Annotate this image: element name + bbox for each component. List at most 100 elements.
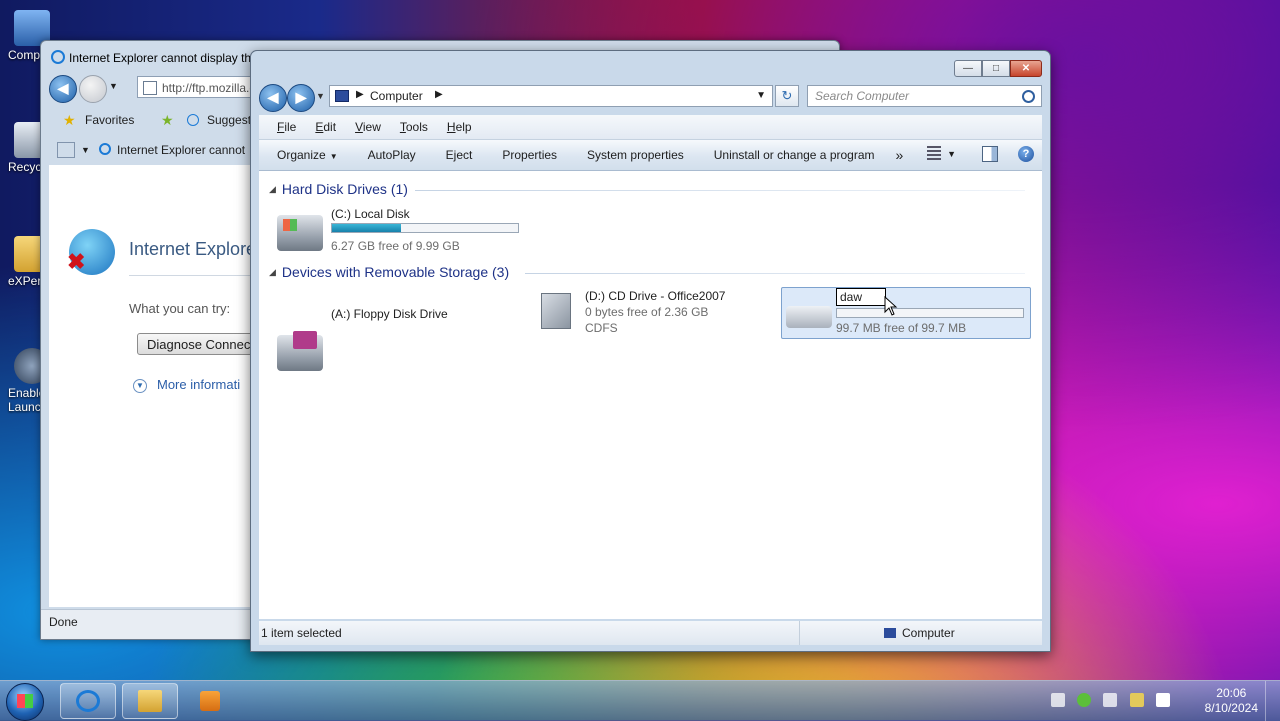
ie-forward-button[interactable] [79, 75, 107, 103]
properties-button[interactable]: Properties [487, 140, 572, 170]
show-desktop-button[interactable] [1265, 681, 1280, 721]
folder-icon [138, 690, 162, 712]
tab-error-page[interactable]: Internet Explorer cannot [117, 137, 245, 163]
system-tray [1042, 693, 1170, 710]
drive-c[interactable]: (C:) Local Disk 6.27 GB free of 9.99 GB [277, 207, 527, 257]
add-favorite-icon[interactable]: ★ [161, 113, 174, 127]
system-properties-button[interactable]: System properties [572, 140, 699, 170]
collapse-icon[interactable]: ◢ [269, 184, 276, 194]
forward-button[interactable]: ▶ [287, 84, 315, 112]
drive-a[interactable]: (A:) Floppy Disk Drive [277, 307, 517, 387]
clock[interactable]: 20:06 8/10/2024 [1205, 686, 1258, 716]
tray-doc-icon[interactable] [1050, 693, 1065, 707]
floppy-disk-icon [293, 331, 317, 349]
drive-usb-usage-bar [836, 308, 1024, 318]
group-removable-storage[interactable]: ◢ Devices with Removable Storage (3) [269, 264, 509, 280]
taskbar-internet-explorer[interactable] [60, 683, 116, 719]
more-information-link[interactable]: More informati [157, 377, 240, 392]
menu-help[interactable]: Help [437, 115, 481, 139]
error-heading: Internet Explore [129, 239, 257, 259]
what-you-can-try: What you can try: [129, 301, 231, 316]
favorites-button[interactable]: Favorites [85, 107, 134, 133]
taskbar-explorer[interactable] [122, 683, 178, 719]
diagnose-button[interactable]: Diagnose Connect [137, 333, 267, 355]
taskbar: 20:06 8/10/2024 [0, 680, 1280, 721]
close-button[interactable]: ✕ [1010, 60, 1042, 77]
autoplay-button[interactable]: AutoPlay [353, 140, 431, 170]
breadcrumb-arrow-icon[interactable]: ▶ [435, 89, 443, 100]
change-view-icon[interactable] [927, 146, 942, 162]
preview-pane-icon[interactable] [982, 146, 998, 162]
collapse-icon[interactable]: ◢ [269, 267, 276, 277]
suggested-sites-icon [187, 114, 199, 126]
menu-file[interactable]: File [259, 115, 305, 139]
menu-tools[interactable]: Tools [390, 115, 437, 139]
expand-icon[interactable]: ▼ [133, 379, 147, 393]
minimize-button[interactable]: — [954, 60, 982, 77]
drive-d[interactable]: (D:) CD Drive - Office2007 0 bytes free … [531, 289, 771, 339]
breadcrumb-arrow-icon[interactable]: ▶ [356, 89, 364, 100]
usb-body-icon [786, 306, 832, 328]
mouse-cursor-icon [884, 296, 898, 316]
address-row: ◀ ▶ ▼ ▶ Computer ▶ ▼ ↻ Search Computer [259, 83, 1042, 112]
tab-list-dropdown-icon[interactable]: ▼ [81, 137, 90, 163]
group-divider [525, 273, 1025, 274]
tray-network-icon[interactable] [1129, 693, 1144, 707]
ie-recent-dropdown-icon[interactable]: ▼ [109, 81, 118, 91]
uninstall-program-button[interactable]: Uninstall or change a program [699, 140, 890, 170]
usb-drive-icon [786, 292, 832, 328]
more-commands-button[interactable]: » [890, 140, 910, 170]
selection-count: 1 item selected [261, 626, 342, 640]
favorites-star-icon: ★ [63, 112, 76, 128]
ie-logo-icon [51, 50, 65, 64]
computer-icon [335, 90, 349, 102]
media-player-icon [200, 691, 220, 711]
drive-usb-selected[interactable]: daw 99.7 MB free of 99.7 MB [781, 287, 1031, 339]
cd-disc-icon [541, 293, 571, 329]
divider [129, 275, 259, 276]
ie-icon [76, 690, 100, 712]
flag-icon[interactable] [1103, 693, 1118, 707]
explorer-window[interactable]: — □ ✕ ◀ ▶ ▼ ▶ Computer ▶ ▼ ↻ Search Comp… [250, 50, 1051, 652]
group-divider [415, 190, 1025, 191]
floppy-drive-icon [277, 331, 323, 371]
windows-logo-icon [283, 219, 297, 231]
volume-muted-icon[interactable] [1156, 693, 1170, 707]
error-x-icon: ✖ [67, 249, 86, 274]
recent-pages-dropdown-icon[interactable]: ▼ [316, 91, 325, 101]
start-button[interactable] [6, 683, 44, 721]
usage-fill [332, 224, 401, 232]
eject-button[interactable]: Eject [431, 140, 488, 170]
menu-view[interactable]: View [345, 115, 390, 139]
address-dropdown-icon[interactable]: ▼ [756, 90, 766, 101]
drive-c-usage-bar [331, 223, 519, 233]
ie-back-button[interactable]: ◀ [49, 75, 77, 103]
menu-bar: File Edit View Tools Help [259, 115, 1042, 140]
maximize-button[interactable]: □ [982, 60, 1010, 77]
command-bar: Organize ▼ AutoPlay Eject Properties Syst… [259, 140, 1042, 171]
refresh-button[interactable]: ↻ [775, 85, 799, 107]
view-dropdown-icon[interactable]: ▼ [947, 146, 956, 162]
group-hard-disk-drives[interactable]: ◢ Hard Disk Drives (1) [269, 181, 408, 197]
tray-security-icon[interactable] [1076, 693, 1091, 707]
tab-ie-icon [99, 143, 111, 155]
suggested-sites-link[interactable]: Suggest [207, 107, 251, 133]
search-icon[interactable] [1022, 90, 1035, 103]
organize-button[interactable]: Organize ▼ [259, 140, 353, 172]
menu-edit[interactable]: Edit [305, 115, 345, 139]
drive-list: ◢ Hard Disk Drives (1) (C:) Local Disk 6.… [259, 171, 1042, 619]
windows-logo-icon [17, 694, 33, 708]
hard-disk-icon [277, 215, 323, 251]
help-icon[interactable]: ? [1018, 146, 1034, 162]
globe-error-icon: ✖ [67, 229, 115, 275]
status-bar: 1 item selected Computer [259, 621, 1042, 645]
taskbar-media-player[interactable] [184, 683, 240, 719]
breadcrumb-computer[interactable]: Computer [370, 89, 423, 103]
quick-tabs-icon[interactable] [57, 142, 75, 158]
address-bar[interactable]: ▶ Computer ▶ ▼ [329, 85, 773, 107]
back-button[interactable]: ◀ [259, 84, 287, 112]
rename-field[interactable]: daw [836, 288, 886, 306]
search-input[interactable]: Search Computer [807, 85, 1042, 107]
caption-buttons: — □ ✕ [954, 60, 1042, 78]
computer-icon [884, 628, 896, 638]
